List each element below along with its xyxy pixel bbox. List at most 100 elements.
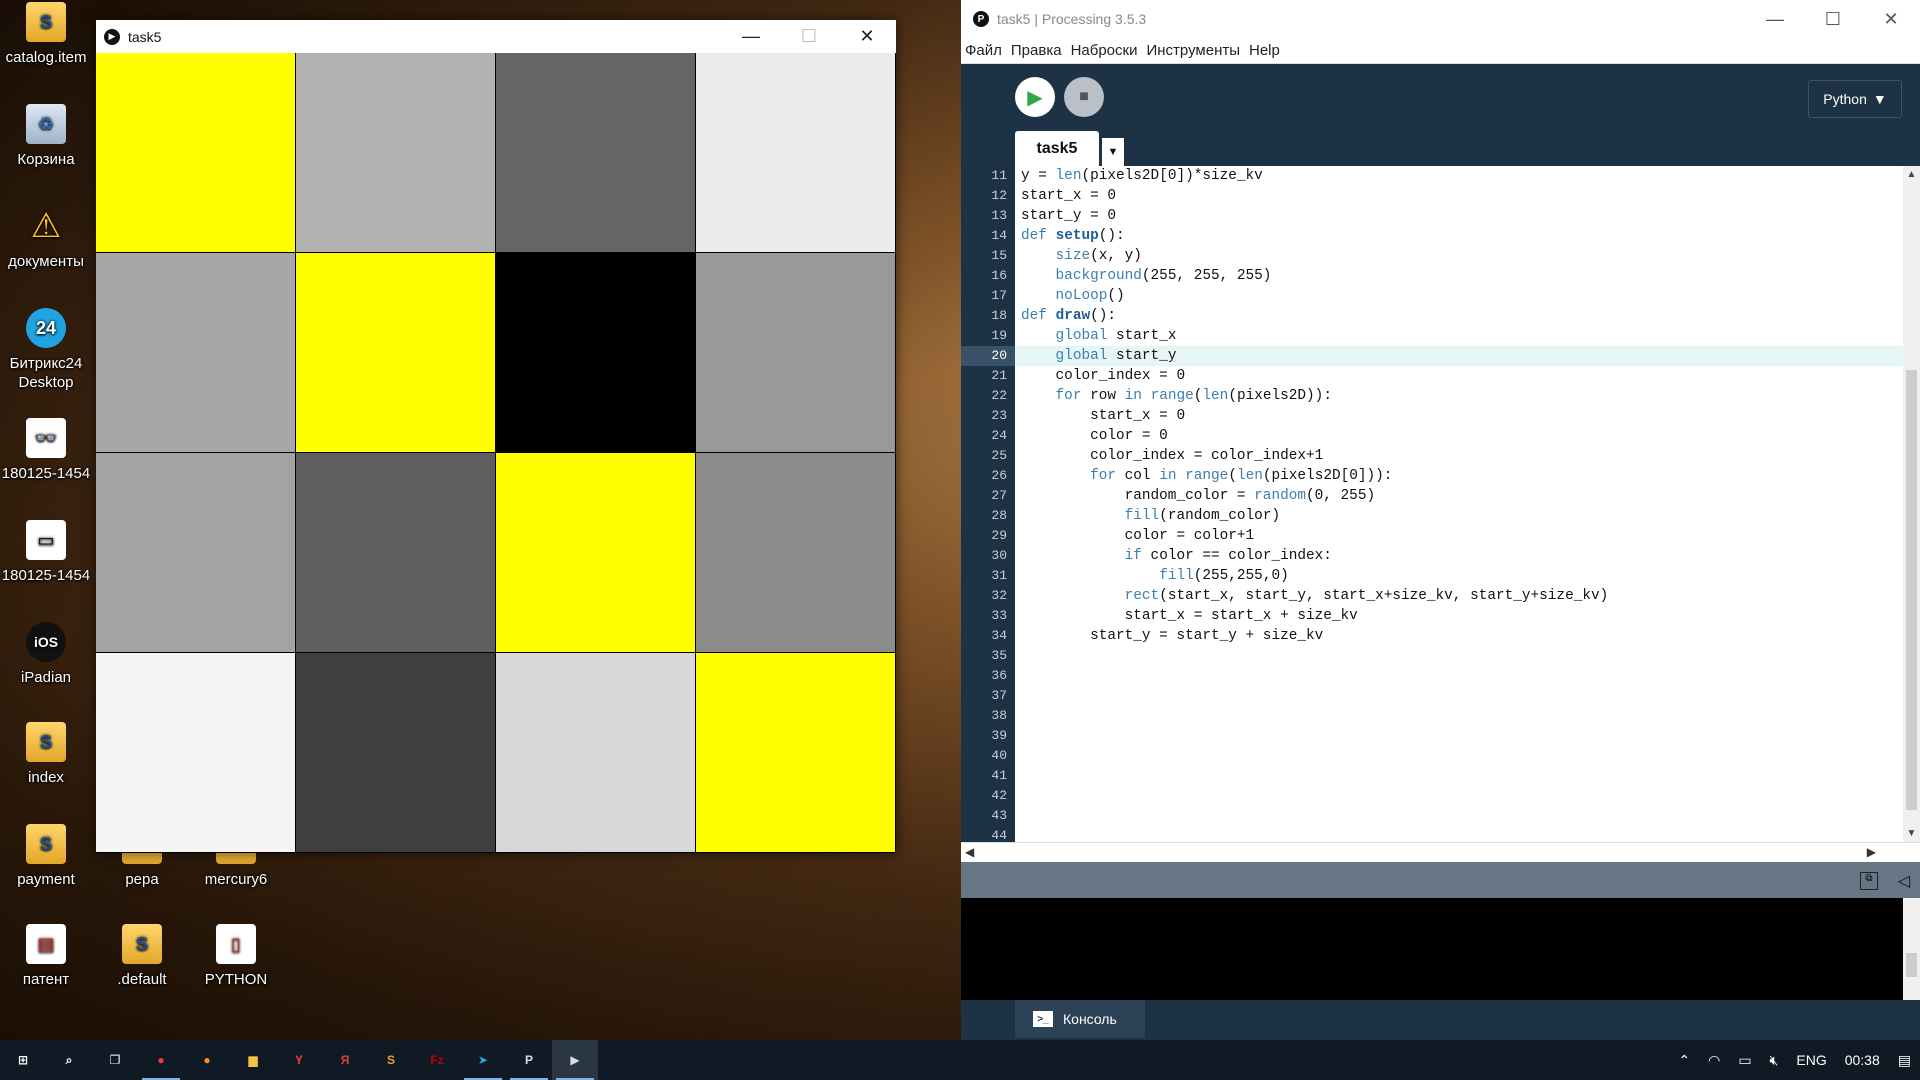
code-line[interactable]: noLoop() (1015, 286, 1903, 306)
code-line[interactable]: global start_x (1015, 326, 1903, 346)
code-line[interactable]: start_x = start_x + size_kv (1015, 606, 1903, 626)
mode-selector[interactable]: Python ▼ (1808, 80, 1902, 118)
editor-vertical-scrollbar[interactable]: ▲ ▼ (1903, 166, 1920, 842)
filezilla-icon[interactable]: Fz (414, 1040, 460, 1080)
scroll-left-icon[interactable]: ◀ (965, 845, 974, 859)
code-line[interactable] (1015, 726, 1903, 746)
processing-ide-window[interactable]: P task5 | Processing 3.5.3 — ☐ ✕ Файл Пр… (961, 0, 1920, 1040)
code-line[interactable]: fill(255,255,0) (1015, 566, 1903, 586)
volume-muted-icon[interactable]: 🔇︎ (1770, 1052, 1779, 1069)
desktop-icon-catalog-item[interactable]: Scatalog.item (0, 2, 92, 67)
close-button[interactable]: ✕ (838, 20, 896, 53)
task-view-icon[interactable]: ❐ (92, 1040, 138, 1080)
code-line[interactable]: random_color = random(0, 255) (1015, 486, 1903, 506)
yandex-icon[interactable]: Y (276, 1040, 322, 1080)
clock[interactable]: 00:38 (1845, 1052, 1880, 1068)
desktop-icon-ipadian[interactable]: iOS iPadian (0, 622, 92, 687)
scroll-down-icon[interactable]: ▼ (1903, 825, 1920, 842)
code-line[interactable]: start_x = 0 (1015, 406, 1903, 426)
code-line[interactable] (1015, 766, 1903, 786)
line-number: 11 (991, 168, 1007, 183)
code-line[interactable]: color = color+1 (1015, 526, 1903, 546)
code-line[interactable]: color_index = color_index+1 (1015, 446, 1903, 466)
code-line[interactable]: global start_y (1015, 346, 1903, 366)
menu-tools[interactable]: Инструменты (1146, 42, 1240, 59)
minimize-button[interactable]: — (1746, 9, 1804, 30)
desktop-icon-патент[interactable]: ▤ патент (0, 924, 92, 989)
code-line[interactable]: rect(start_x, start_y, start_x+size_kv, … (1015, 586, 1903, 606)
code-line[interactable] (1015, 806, 1903, 826)
desktop-icon-index[interactable]: Sindex (0, 722, 92, 787)
desktop-icon-битрикс24-desktop[interactable]: 24 Битрикс24 Desktop (0, 308, 92, 392)
desktop-icon-payment[interactable]: Spayment (0, 824, 92, 889)
maximize-button[interactable]: ☐ (1804, 9, 1862, 30)
sketch-icon[interactable]: ▶ (552, 1040, 598, 1080)
editor-horizontal-scrollbar[interactable]: ◀ ▶ (961, 842, 1920, 863)
sketch-icon-glyph: ▶ (570, 1053, 580, 1067)
code-line[interactable]: start_y = start_y + size_kv (1015, 626, 1903, 646)
code-line[interactable] (1015, 706, 1903, 726)
desktop-icon-документы[interactable]: ⚠ документы (0, 206, 92, 271)
code-line[interactable]: color = 0 (1015, 426, 1903, 446)
code-line[interactable]: def setup(): (1015, 226, 1903, 246)
code-editor[interactable]: y = len(pixels2D[0])*size_kv start_x = 0s… (1015, 166, 1903, 842)
menu-help[interactable]: Help (1249, 42, 1280, 59)
code-line[interactable]: start_y = 0 (1015, 206, 1903, 226)
code-line[interactable] (1015, 686, 1903, 706)
desktop-icon-корзина[interactable]: ♻ Корзина (0, 104, 92, 169)
scroll-right-icon[interactable]: ▶ (1867, 845, 1876, 859)
copy-console-icon[interactable]: ⧉ (1860, 872, 1878, 890)
telegram-icon[interactable]: ➤ (460, 1040, 506, 1080)
code-line[interactable]: fill(random_color) (1015, 506, 1903, 526)
desktop-icon-180125-1454[interactable]: 👓 180125-1454 (0, 418, 92, 483)
scrollbar-thumb[interactable] (1906, 953, 1917, 977)
search-icon[interactable]: ⌕ (46, 1040, 92, 1080)
wifi-icon[interactable]: ◠ (1708, 1052, 1720, 1069)
code-line[interactable]: for row in range(len(pixels2D)): (1015, 386, 1903, 406)
tab-task5[interactable]: task5 (1015, 131, 1099, 166)
language-indicator[interactable]: ENG (1796, 1052, 1826, 1068)
notifications-icon[interactable]: ▤ (1898, 1052, 1911, 1069)
scrollbar-thumb[interactable] (1906, 370, 1917, 810)
stop-button[interactable]: ■ (1064, 77, 1104, 117)
code-line[interactable]: color_index = 0 (1015, 366, 1903, 386)
menu-file[interactable]: Файл (965, 42, 1002, 59)
console-scrollbar[interactable] (1903, 898, 1920, 1000)
scroll-up-icon[interactable]: ▲ (1903, 166, 1920, 183)
console-tab[interactable]: >_ Консоль (1015, 1000, 1145, 1038)
battery-icon[interactable]: ▭ (1738, 1052, 1751, 1069)
sketch-titlebar[interactable]: ▶ task5 — ☐ ✕ (96, 20, 896, 53)
code-line[interactable] (1015, 826, 1903, 842)
firefox-icon[interactable]: ● (184, 1040, 230, 1080)
code-line[interactable]: y = len(pixels2D[0])*size_kv (1015, 166, 1903, 186)
tab-menu-arrow-icon[interactable]: ▼ (1102, 138, 1124, 166)
sketch-window[interactable]: ▶ task5 — ☐ ✕ (96, 20, 896, 853)
chevron-up-icon[interactable]: ⌃ (1678, 1052, 1690, 1069)
code-line[interactable]: start_x = 0 (1015, 186, 1903, 206)
code-line[interactable] (1015, 666, 1903, 686)
desktop-icon-python[interactable]: ▯ PYTHON (190, 924, 282, 989)
code-line[interactable]: size(x, y) (1015, 246, 1903, 266)
code-line[interactable] (1015, 646, 1903, 666)
code-line[interactable]: for col in range(len(pixels2D[0])): (1015, 466, 1903, 486)
collapse-console-icon[interactable]: ◁ (1898, 871, 1910, 891)
close-button[interactable]: ✕ (1862, 9, 1920, 30)
run-button[interactable]: ▶ (1015, 77, 1055, 117)
code-line[interactable]: if color == color_index: (1015, 546, 1903, 566)
desktop-icon-180125-1454[interactable]: ▭ 180125-1454 (0, 520, 92, 585)
sublime-icon[interactable]: S (368, 1040, 414, 1080)
yandex-browser-icon[interactable]: Я (322, 1040, 368, 1080)
ide-titlebar[interactable]: P task5 | Processing 3.5.3 — ☐ ✕ (961, 0, 1920, 38)
chrome-icon[interactable]: ● (138, 1040, 184, 1080)
code-line[interactable]: background(255, 255, 255) (1015, 266, 1903, 286)
menu-sketch[interactable]: Наброски (1071, 42, 1138, 59)
explorer-icon[interactable]: ▆ (230, 1040, 276, 1080)
minimize-button[interactable]: — (722, 20, 780, 53)
desktop-icon-default[interactable]: S .default (96, 924, 188, 989)
menu-edit[interactable]: Правка (1011, 42, 1062, 59)
code-line[interactable] (1015, 786, 1903, 806)
processing-icon[interactable]: P (506, 1040, 552, 1080)
start-button[interactable]: ⊞ (0, 1040, 46, 1080)
code-line[interactable] (1015, 746, 1903, 766)
code-line[interactable]: def draw(): (1015, 306, 1903, 326)
